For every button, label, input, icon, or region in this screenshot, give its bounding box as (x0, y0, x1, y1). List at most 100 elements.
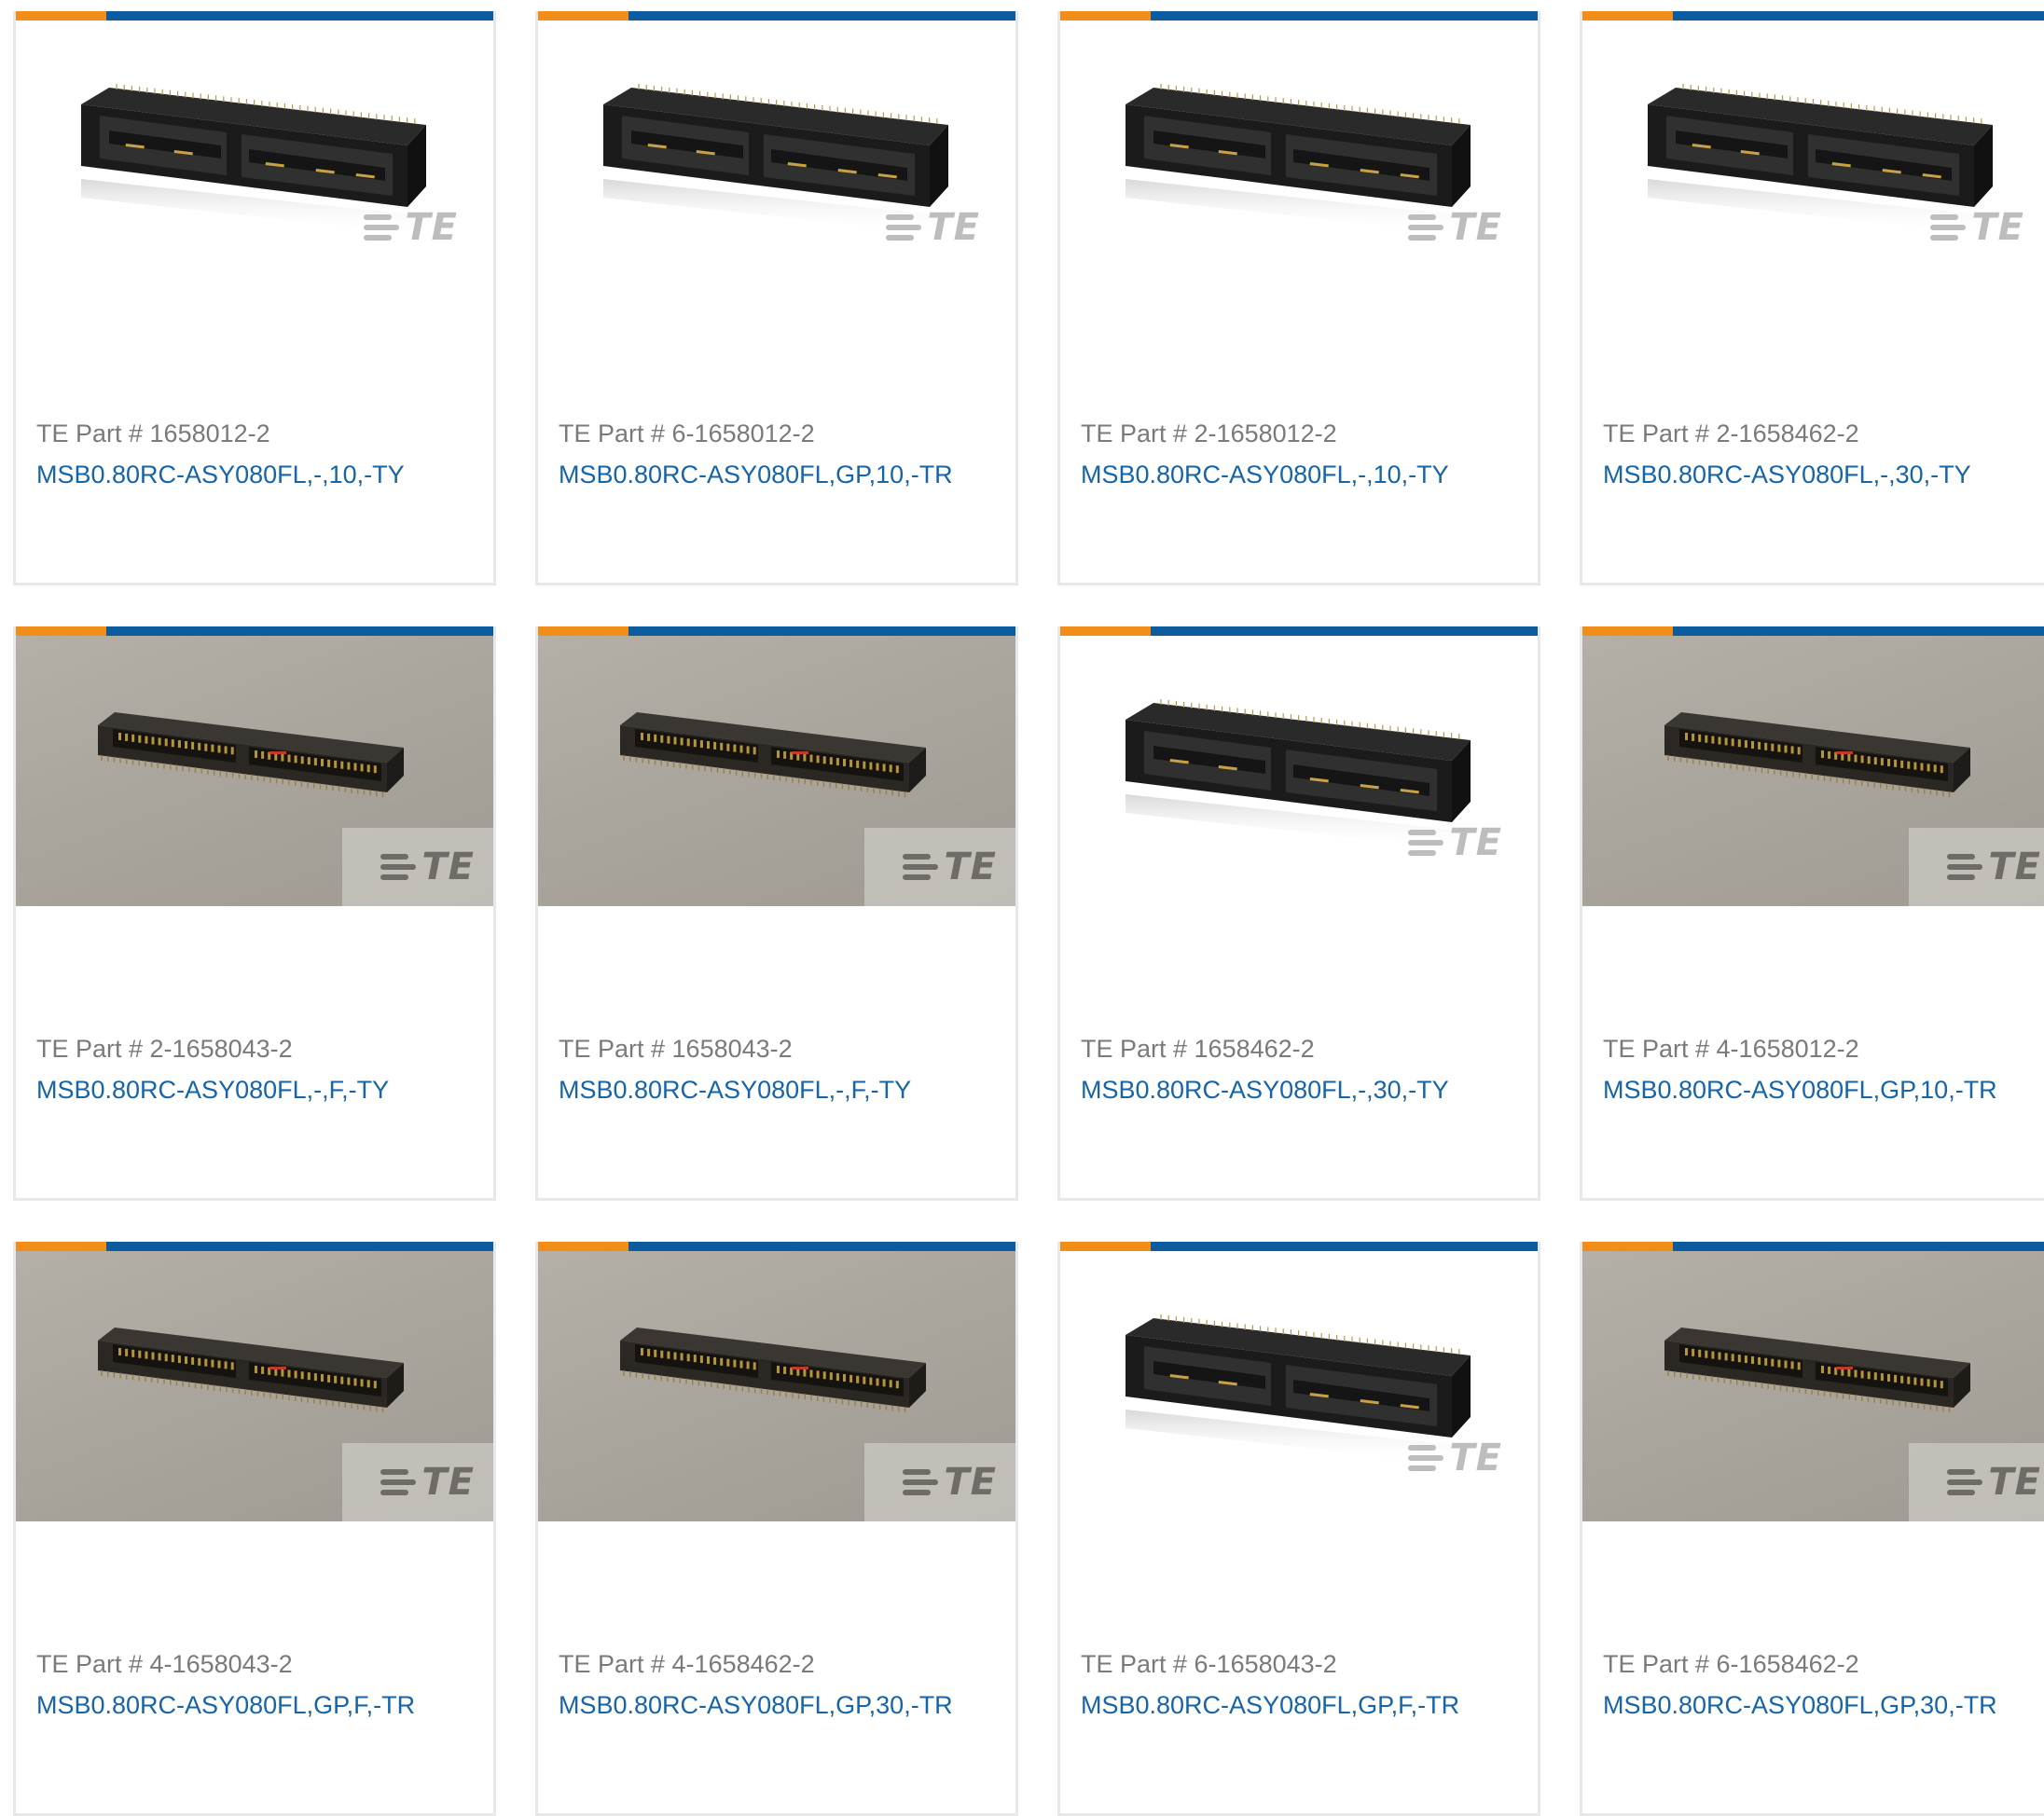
part-number: TE Part # 1658012-2 (36, 420, 270, 447)
part-number: TE Part # 1658043-2 (559, 1035, 793, 1063)
accent-bar-blue (1151, 11, 1538, 21)
card-accent-bar (1582, 1242, 2044, 1251)
product-image[interactable]: TE (538, 21, 1015, 291)
product-card[interactable]: TE TE Part # 2-1658012-2 MSB0.80RC-ASY08… (1057, 11, 1540, 585)
accent-bar-blue (106, 11, 493, 21)
product-name-link[interactable]: MSB0.80RC-ASY080FL,GP,F,-TR (1081, 1691, 1459, 1720)
te-logo-icon: TE (1930, 209, 2024, 246)
product-image[interactable]: TE (538, 636, 1015, 906)
accent-bar-blue (1673, 1242, 2044, 1251)
accent-bar-blue (1673, 11, 2044, 21)
accent-bar-orange (1582, 1242, 1673, 1251)
card-accent-bar (538, 1242, 1015, 1251)
product-card[interactable]: TE TE Part # 6-1658043-2 MSB0.80RC-ASY08… (1057, 1242, 1540, 1816)
accent-bar-blue (1151, 626, 1538, 636)
part-number: TE Part # 4-1658012-2 (1603, 1035, 1859, 1063)
product-image[interactable]: TE (1060, 636, 1538, 906)
accent-bar-blue (106, 1242, 493, 1251)
te-logo-text: TE (421, 846, 475, 888)
accent-bar-orange (538, 1242, 628, 1251)
product-image[interactable]: TE (16, 21, 493, 291)
accent-bar-orange (1582, 11, 1673, 21)
product-name-link[interactable]: MSB0.80RC-ASY080FL,-,10,-TY (1081, 461, 1449, 489)
product-card[interactable]: TE TE Part # 4-1658462-2 MSB0.80RC-ASY08… (535, 1242, 1018, 1816)
te-logo-text: TE (1988, 1461, 2041, 1504)
product-card[interactable]: TE TE Part # 6-1658012-2 MSB0.80RC-ASY08… (535, 11, 1018, 585)
product-name-link[interactable]: MSB0.80RC-ASY080FL,GP,10,-TR (1603, 1076, 1997, 1105)
accent-bar-orange (16, 1242, 106, 1251)
card-accent-bar (16, 11, 493, 21)
part-number: TE Part # 4-1658043-2 (36, 1650, 293, 1678)
te-logo-icon: TE (380, 848, 475, 886)
accent-bar-orange (538, 11, 628, 21)
card-accent-bar (538, 11, 1015, 21)
product-name-link[interactable]: MSB0.80RC-ASY080FL,GP,10,-TR (559, 461, 953, 489)
te-logo-text: TE (1449, 206, 1502, 249)
part-number: TE Part # 2-1658043-2 (36, 1035, 293, 1063)
te-logo-icon: TE (1408, 1439, 1502, 1477)
product-name-link[interactable]: MSB0.80RC-ASY080FL,GP,30,-TR (1603, 1691, 1997, 1720)
product-image[interactable]: TE (1582, 21, 2044, 291)
product-image[interactable]: TE (538, 1251, 1015, 1521)
te-logo-text: TE (944, 1461, 997, 1504)
product-grid: TE TE Part # 1658012-2 MSB0.80RC-ASY080F… (13, 11, 2044, 1816)
te-logo-icon: TE (1947, 848, 2041, 886)
accent-bar-orange (1060, 626, 1151, 636)
te-logo-text: TE (1971, 206, 2024, 249)
product-name-link[interactable]: MSB0.80RC-ASY080FL,GP,30,-TR (559, 1691, 953, 1720)
card-accent-bar (1060, 11, 1538, 21)
accent-bar-blue (1151, 1242, 1538, 1251)
card-accent-bar (1060, 626, 1538, 636)
product-image[interactable]: TE (1060, 21, 1538, 291)
part-number: TE Part # 4-1658462-2 (559, 1650, 815, 1678)
accent-bar-blue (628, 626, 1015, 636)
product-image[interactable]: TE (1060, 1251, 1538, 1521)
accent-bar-orange (16, 626, 106, 636)
card-accent-bar (1582, 11, 2044, 21)
product-name-link[interactable]: MSB0.80RC-ASY080FL,-,F,-TY (559, 1076, 911, 1105)
te-logo-icon: TE (903, 848, 997, 886)
part-number: TE Part # 6-1658462-2 (1603, 1650, 1859, 1678)
part-number: TE Part # 6-1658043-2 (1081, 1650, 1337, 1678)
accent-bar-blue (628, 11, 1015, 21)
accent-bar-orange (1060, 11, 1151, 21)
te-logo-text: TE (1988, 846, 2041, 888)
product-card[interactable]: TE TE Part # 4-1658012-2 MSB0.80RC-ASY08… (1580, 626, 2044, 1201)
card-accent-bar (538, 626, 1015, 636)
product-card[interactable]: TE TE Part # 1658462-2 MSB0.80RC-ASY080F… (1057, 626, 1540, 1201)
product-card[interactable]: TE TE Part # 1658012-2 MSB0.80RC-ASY080F… (13, 11, 496, 585)
te-logo-icon: TE (380, 1464, 475, 1501)
part-number: TE Part # 6-1658012-2 (559, 420, 815, 447)
product-name-link[interactable]: MSB0.80RC-ASY080FL,-,F,-TY (36, 1076, 389, 1105)
accent-bar-orange (538, 626, 628, 636)
product-image[interactable]: TE (1582, 1251, 2044, 1521)
product-card[interactable]: TE TE Part # 6-1658462-2 MSB0.80RC-ASY08… (1580, 1242, 2044, 1816)
accent-bar-blue (1673, 626, 2044, 636)
product-image[interactable]: TE (16, 636, 493, 906)
product-card[interactable]: TE TE Part # 4-1658043-2 MSB0.80RC-ASY08… (13, 1242, 496, 1816)
card-accent-bar (1582, 626, 2044, 636)
product-name-link[interactable]: MSB0.80RC-ASY080FL,-,10,-TY (36, 461, 405, 489)
accent-bar-orange (1060, 1242, 1151, 1251)
te-logo-icon: TE (364, 209, 458, 246)
te-logo-text: TE (944, 846, 997, 888)
product-image[interactable]: TE (1582, 636, 2044, 906)
product-name-link[interactable]: MSB0.80RC-ASY080FL,GP,F,-TR (36, 1691, 415, 1720)
product-card[interactable]: TE TE Part # 2-1658043-2 MSB0.80RC-ASY08… (13, 626, 496, 1201)
card-accent-bar (16, 626, 493, 636)
product-card[interactable]: TE TE Part # 2-1658462-2 MSB0.80RC-ASY08… (1580, 11, 2044, 585)
product-card[interactable]: TE TE Part # 1658043-2 MSB0.80RC-ASY080F… (535, 626, 1018, 1201)
accent-bar-orange (1582, 626, 1673, 636)
part-number: TE Part # 2-1658012-2 (1081, 420, 1337, 447)
product-image[interactable]: TE (16, 1251, 493, 1521)
part-number: TE Part # 2-1658462-2 (1603, 420, 1859, 447)
product-name-link[interactable]: MSB0.80RC-ASY080FL,-,30,-TY (1081, 1076, 1449, 1105)
te-logo-icon: TE (1408, 824, 1502, 861)
card-accent-bar (16, 1242, 493, 1251)
product-name-link[interactable]: MSB0.80RC-ASY080FL,-,30,-TY (1603, 461, 1971, 489)
card-accent-bar (1060, 1242, 1538, 1251)
accent-bar-blue (628, 1242, 1015, 1251)
te-logo-icon: TE (903, 1464, 997, 1501)
accent-bar-blue (106, 626, 493, 636)
te-logo-icon: TE (886, 209, 980, 246)
